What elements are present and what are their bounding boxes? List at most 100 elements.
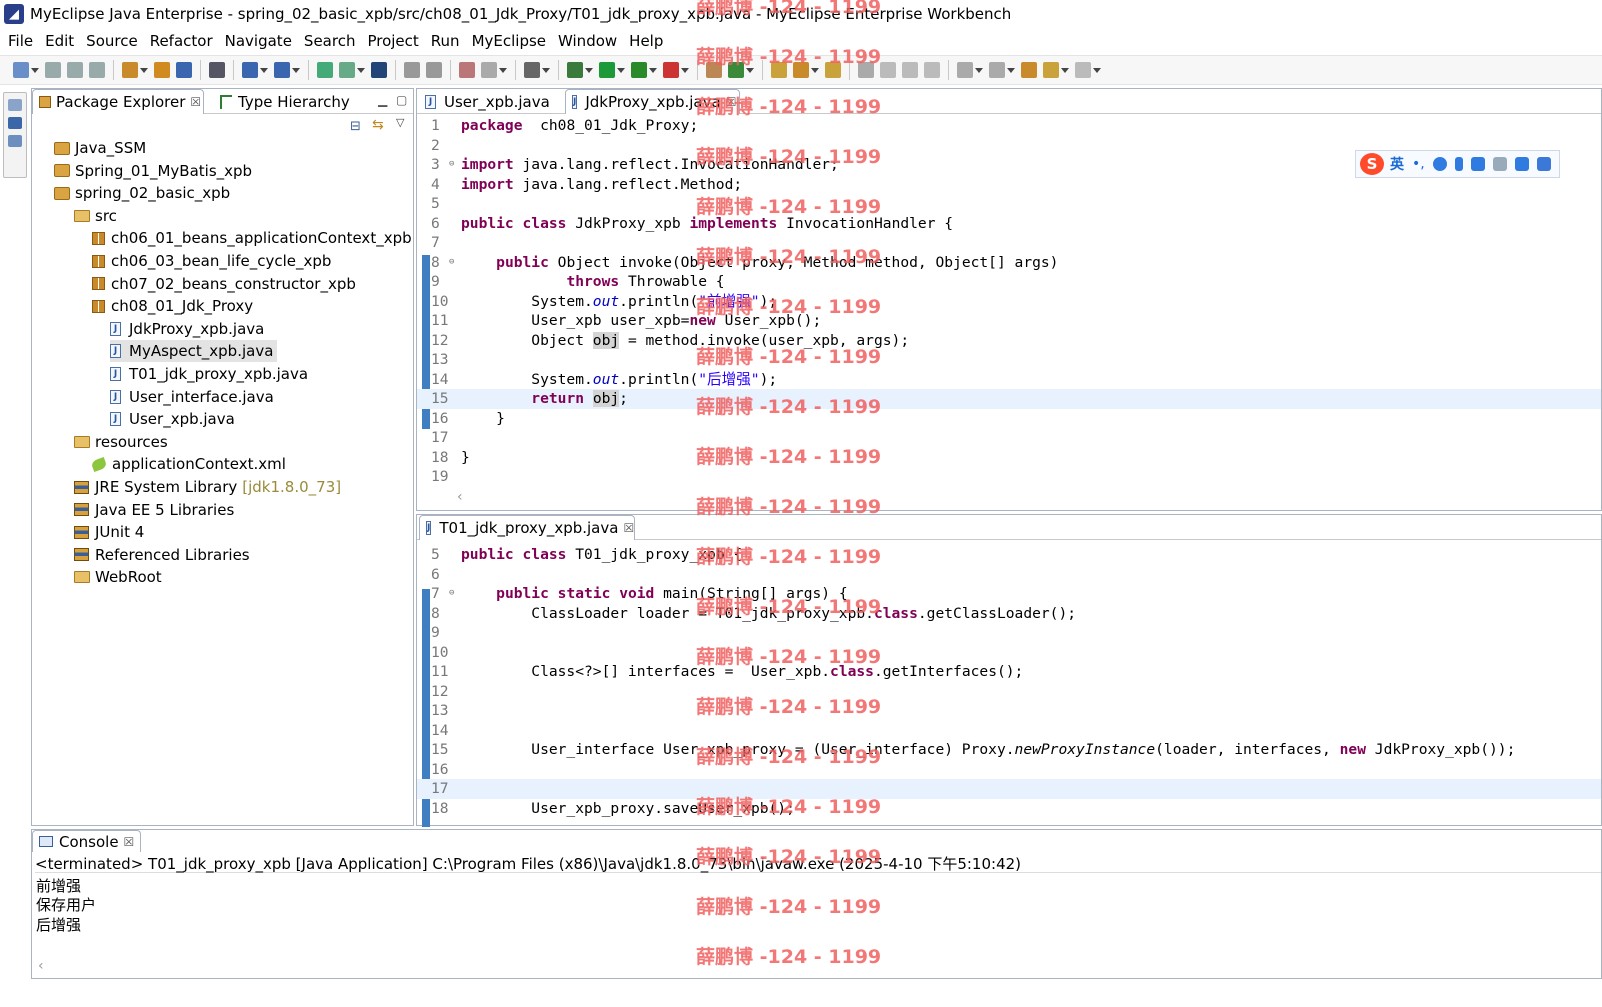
code-line[interactable]: 1 package ch08_01_Jdk_Proxy; (417, 116, 1601, 136)
menu-refactor[interactable]: Refactor (144, 32, 219, 50)
keyboard-icon[interactable] (1470, 157, 1485, 171)
tree-item-xml[interactable]: applicationContext.xml (90, 453, 286, 475)
tree-item-java[interactable]: J User_interface.java (110, 386, 274, 408)
code-line[interactable]: 15 return obj; (417, 389, 1601, 409)
code-line[interactable]: 9 throws Throwable { (417, 272, 1601, 292)
tree-item-project[interactable]: Java_SSM (54, 137, 146, 159)
code-line[interactable]: 17 (417, 428, 1601, 448)
code-line[interactable]: 11 User_xpb user_xpb=new User_xpb(); (417, 311, 1601, 331)
dropdown-icon[interactable] (1007, 67, 1015, 73)
marker-icon[interactable] (880, 62, 896, 78)
debug-icon[interactable] (567, 62, 583, 78)
dropdown-icon[interactable] (1061, 67, 1069, 73)
link-editor-icon[interactable]: ⇆ (372, 117, 384, 133)
tree-item-java[interactable]: J MyAspect_xpb.java (110, 340, 278, 363)
dropdown-icon[interactable] (617, 67, 625, 73)
scroll-left-icon[interactable]: ‹ (457, 489, 463, 505)
last-edit-icon[interactable] (1021, 62, 1037, 78)
menu-source[interactable]: Source (80, 32, 144, 50)
new-icon[interactable] (13, 62, 29, 78)
tree-item-package[interactable]: ch06_03_bean_life_cycle_xpb (92, 250, 331, 272)
new-java-icon[interactable] (122, 62, 138, 78)
tree-item-package[interactable]: ch06_01_beans_applicationContext_xpb (92, 227, 412, 249)
tab-t01-jdk-proxy-xpb[interactable]: J T01_jdk_proxy_xpb.java ☒ (419, 515, 635, 540)
code-line[interactable]: 12 Object obj = method.invoke(user_xpb, … (417, 331, 1601, 351)
code-editor[interactable]: 5 public class T01_jdk_proxy_xpb {6 7 ⊖ pub… (417, 545, 1601, 827)
view-icon[interactable] (8, 117, 22, 129)
code-line[interactable]: 17 (417, 779, 1601, 799)
code-line[interactable]: 16 } (417, 409, 1601, 429)
tree-item-project[interactable]: spring_02_basic_xpb (54, 182, 230, 204)
back-icon[interactable] (404, 62, 420, 78)
user-icon[interactable] (1492, 157, 1507, 171)
web-icon[interactable] (371, 62, 387, 78)
forward-nav-icon[interactable] (1075, 62, 1091, 78)
code-line[interactable]: 10 System.out.println("前增强"); (417, 292, 1601, 312)
tree-item-project[interactable]: Spring_01_MyBatis_xpb (54, 160, 252, 182)
scroll-left-icon[interactable]: ‹ (38, 958, 44, 974)
code-line[interactable]: 6 (417, 565, 1601, 585)
code-line[interactable]: 16 (417, 760, 1601, 780)
emoji-icon[interactable] (1432, 157, 1447, 171)
dropdown-icon[interactable] (585, 67, 593, 73)
code-line[interactable]: 5 (417, 194, 1601, 214)
code-line[interactable]: 11 Class<?>[] interfaces = User_xpb.clas… (417, 662, 1601, 682)
dropdown-icon[interactable] (975, 67, 983, 73)
microphone-icon[interactable] (1454, 157, 1463, 171)
code-line[interactable]: 10 (417, 643, 1601, 663)
external-tools-icon[interactable] (663, 62, 679, 78)
dropdown-icon[interactable] (649, 67, 657, 73)
fold-icon[interactable]: ⊖ (449, 584, 454, 604)
menu-navigate[interactable]: Navigate (219, 32, 298, 50)
menu-project[interactable]: Project (361, 32, 424, 50)
class-icon[interactable] (176, 62, 192, 78)
tree-item-library[interactable]: JUnit 4 (74, 521, 144, 543)
menu-run[interactable]: Run (425, 32, 466, 50)
maximize-icon[interactable]: ▢ (396, 93, 407, 107)
code-line[interactable]: 7 ⊖ public static void main(String[] args… (417, 584, 1601, 604)
skin-icon[interactable] (1514, 157, 1529, 171)
dropdown-icon[interactable] (31, 67, 39, 73)
open-perspective-icon[interactable] (459, 62, 475, 78)
dropdown-icon[interactable] (1093, 67, 1101, 73)
dropdown-icon[interactable] (260, 67, 268, 73)
close-icon[interactable]: ☒ (124, 835, 135, 849)
dropdown-icon[interactable] (357, 67, 365, 73)
pin-icon[interactable] (924, 62, 940, 78)
tab-jdkproxy-xpb[interactable]: J JdkProxy_xpb.java ☒ (565, 89, 740, 114)
menu-window[interactable]: Window (552, 32, 623, 50)
dropdown-icon[interactable] (681, 67, 689, 73)
view-menu-icon[interactable]: ▽ (396, 116, 404, 129)
code-line[interactable]: 13 (417, 701, 1601, 721)
restore-icon[interactable] (8, 99, 22, 111)
deploy-icon[interactable] (242, 62, 258, 78)
tree-item-library[interactable]: JRE System Library [jdk1.8.0_73] (74, 476, 341, 498)
tree-item-folder[interactable]: resources (74, 431, 168, 453)
next-annotation-icon[interactable] (957, 62, 973, 78)
folder-icon[interactable] (825, 62, 841, 78)
close-icon[interactable]: ☒ (726, 95, 737, 109)
run-server-icon[interactable] (274, 62, 290, 78)
close-icon[interactable]: ☒ (190, 95, 201, 109)
tree-item-folder[interactable]: src (74, 205, 117, 227)
browser-icon[interactable] (481, 62, 497, 78)
package-icon[interactable] (154, 62, 170, 78)
camera-icon[interactable] (524, 62, 540, 78)
tab-console[interactable]: Console ☒ (32, 830, 142, 852)
menu-help[interactable]: Help (623, 32, 669, 50)
dropdown-icon[interactable] (542, 67, 550, 73)
dropdown-icon[interactable] (811, 67, 819, 73)
code-line[interactable]: 15 User_interface User_xpb_proxy = (User… (417, 740, 1601, 760)
tree-item-package[interactable]: ch07_02_beans_constructor_xpb (92, 273, 356, 295)
tree-item-library[interactable]: Java EE 5 Libraries (74, 499, 234, 521)
tree-item-java[interactable]: J T01_jdk_proxy_xpb.java (110, 363, 308, 385)
open-folder-icon[interactable] (771, 62, 787, 78)
tree-item-folder[interactable]: WebRoot (74, 566, 162, 588)
code-line[interactable]: 12 (417, 682, 1601, 702)
code-line[interactable]: 14 (417, 721, 1601, 741)
coverage-icon[interactable] (631, 62, 647, 78)
search-icon[interactable] (858, 62, 874, 78)
tab-user-xpb[interactable]: J User_xpb.java (419, 89, 561, 114)
menu-edit[interactable]: Edit (39, 32, 80, 50)
code-line[interactable]: 14 System.out.println("后增强"); (417, 370, 1601, 390)
